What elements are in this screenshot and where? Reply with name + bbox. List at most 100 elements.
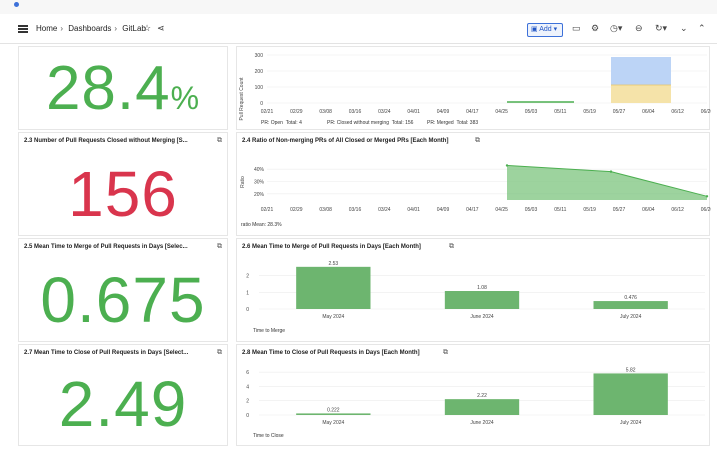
star-icon[interactable]: ☆ (143, 23, 151, 34)
x-tick-label: 04/01 (407, 109, 420, 115)
x-tick-label: 03/24 (378, 207, 391, 213)
bar (593, 301, 668, 309)
bar (444, 399, 520, 415)
x-tick-label: July 2024 (620, 314, 642, 320)
x-tick-label: 05/27 (613, 207, 626, 213)
data-point (609, 170, 613, 173)
y-tick-label: 0 (260, 101, 263, 107)
y-tick-label: 0 (246, 413, 249, 419)
x-tick-label: 05/03 (525, 109, 538, 115)
bar (296, 266, 371, 309)
x-tick-label: 02/21 (261, 207, 274, 213)
share-icon[interactable]: ⋖ (157, 23, 165, 34)
legend-merged: PR: Merged Total: 383 (427, 120, 478, 126)
x-tick-label: 05/19 (583, 207, 596, 213)
x-tick-label: 06/20 (701, 109, 711, 115)
breadcrumb: Home › Dashboards › GitLab (36, 24, 149, 33)
panel-time-to-merge-chart: 2.6 Mean Time to Merge of Pull Requests … (236, 238, 710, 342)
x-tick-label: June 2024 (470, 420, 494, 426)
panel-title: 2.3 Number of Pull Requests Closed witho… (24, 138, 188, 144)
y-tick-label: 100 (255, 85, 264, 91)
x-tick-label: 06/20 (701, 207, 711, 213)
y-tick-label: 4 (246, 384, 249, 390)
panel-stat-mean-time-to-merge: 2.5 Mean Time to Merge of Pull Requests … (18, 238, 228, 342)
stat-value: 2.49 (58, 368, 188, 440)
x-tick-label: 04/17 (466, 109, 479, 115)
y-tick-label: 0 (246, 307, 249, 313)
data-label: 2.22 (477, 393, 487, 399)
legend-open: PR: Open Total: 4 (261, 120, 302, 126)
ratio-legend: ratio Mean: 28.3% (241, 222, 282, 228)
y-tick-label: 40% (254, 167, 265, 173)
x-tick-label: 03/08 (319, 109, 332, 115)
clock-icon[interactable]: ◷▾ (610, 23, 622, 34)
y-tick-label: 6 (246, 370, 249, 376)
x-tick-label: May 2024 (322, 314, 344, 320)
data-label: 0.222 (327, 407, 340, 413)
legend-total: Total: 4 (285, 120, 302, 126)
breadcrumb-dashboards[interactable]: Dashboards (68, 24, 111, 33)
area-closed-without-merging (611, 85, 671, 103)
x-tick-label: 02/21 (261, 109, 274, 115)
panel-title: 2.7 Mean Time to Close of Pull Requests … (24, 350, 189, 356)
panel-ratio-chart: 2.4 Ratio of Non-merging PRs of All Clos… (236, 132, 711, 236)
chevron-down-icon[interactable]: ⌄ (680, 23, 688, 34)
panel-stat-mean-time-to-close: 2.7 Mean Time to Close of Pull Requests … (18, 344, 228, 446)
time-to-close-bar-chart: 0 2 4 6 0.222 May 2024 2.22 June 2024 5.82 July 2… (246, 367, 705, 426)
x-tick-label: 04/01 (407, 207, 420, 213)
x-tick-label: 03/16 (349, 207, 362, 213)
data-label: 2.53 (328, 261, 338, 267)
data-point (705, 195, 709, 198)
legend-label: PR: Merged (427, 120, 454, 126)
x-tick-label: 03/08 (319, 207, 332, 213)
x-tick-label: May 2024 (322, 420, 344, 426)
x-tick-label: 06/04 (642, 207, 655, 213)
external-link-icon[interactable]: ⧉ (217, 349, 222, 357)
breadcrumb-home[interactable]: Home (36, 24, 57, 33)
bar (593, 373, 668, 415)
x-tick-label: 05/11 (554, 207, 566, 213)
add-button[interactable]: ▣ Add ▾ (527, 23, 563, 37)
x-tick-label: 05/19 (583, 109, 596, 115)
external-link-icon[interactable]: ⧉ (217, 137, 222, 145)
x-tick-label: 06/12 (671, 109, 684, 115)
external-link-icon[interactable]: ⧉ (217, 243, 222, 251)
bar (444, 291, 520, 309)
panel-time-to-close-chart: 2.8 Mean Time to Close of Pull Requests … (236, 344, 710, 446)
y-tick-label: 2 (246, 274, 249, 280)
data-label: 0.476 (624, 295, 637, 301)
dashboard-navbar: Home › Dashboards › GitLab ☆ ⋖ ▣ Add ▾ ▭ ⚙… (0, 14, 717, 44)
legend-label: PR: Closed without merging (327, 120, 389, 126)
x-tick-label: 06/12 (671, 207, 684, 213)
ratio-chart: Ratio 40% 30% 20% 02/21 02/29 03/08 03/16 03/24… (240, 164, 711, 213)
stat-value: 0.675 (40, 264, 206, 336)
y-tick-label: 200 (255, 69, 264, 75)
x-tick-label: 04/17 (466, 207, 479, 213)
x-tick-label: 04/09 (437, 109, 450, 115)
chart-legend: Time to Close (253, 433, 284, 439)
menu-icon[interactable] (18, 25, 28, 33)
y-tick-label: 20% (254, 192, 265, 198)
stat-number: 28.4 (45, 54, 171, 123)
gear-icon[interactable]: ⚙ (591, 23, 599, 34)
x-tick-label: 05/27 (613, 109, 626, 115)
legend-total: Total: 156 (391, 120, 414, 126)
panel-title: 2.5 Mean Time to Merge of Pull Requests … (24, 244, 188, 250)
zoom-out-icon[interactable]: ⊖ (635, 23, 643, 34)
save-icon[interactable]: ▭ (572, 23, 581, 34)
x-tick-label: 02/29 (290, 109, 303, 115)
y-axis-label: Ratio (240, 176, 246, 188)
legend-closed: PR: Closed without merging Total: 156 (327, 120, 413, 126)
x-tick-label: July 2024 (620, 420, 642, 426)
refresh-icon[interactable]: ↻▾ (655, 23, 667, 34)
chevron-up-icon[interactable]: ⌃ (698, 23, 706, 34)
data-label: 5.82 (626, 367, 636, 373)
chevron-right-icon: › (60, 24, 64, 33)
x-tick-label: 04/25 (495, 109, 508, 115)
x-tick-label: 03/16 (349, 109, 362, 115)
x-tick-label: 05/11 (554, 109, 566, 115)
y-tick-label: 1 (246, 290, 249, 296)
panel-stat-merge-ratio: 28.4% (18, 46, 228, 130)
y-tick-label: 2 (246, 399, 249, 405)
legend-label: PR: Open (261, 120, 283, 126)
